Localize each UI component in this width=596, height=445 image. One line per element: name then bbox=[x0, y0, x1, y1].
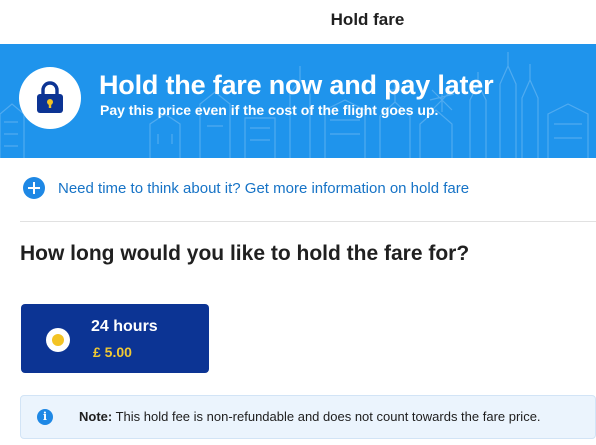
banner-title: Hold the fare now and pay later bbox=[99, 70, 494, 100]
info-icon: i bbox=[37, 409, 53, 425]
info-link-text[interactable]: Need time to think about it? Get more in… bbox=[58, 180, 469, 197]
note-body: This hold fee is non-refundable and does… bbox=[115, 409, 541, 424]
option-radio[interactable] bbox=[46, 328, 70, 352]
lock-badge bbox=[19, 67, 81, 129]
page-title: Hold fare bbox=[330, 10, 405, 29]
note-label: Note: bbox=[79, 409, 113, 424]
banner-subtitle: Pay this price even if the cost of the f… bbox=[100, 102, 439, 118]
note-text: Note: This hold fee is non-refundable an… bbox=[79, 409, 541, 424]
hold-fare-info-link[interactable]: Need time to think about it? Get more in… bbox=[23, 176, 469, 200]
section-divider bbox=[20, 221, 596, 222]
plus-circle-icon bbox=[23, 177, 45, 199]
option-price: £ 5.00 bbox=[93, 344, 132, 360]
hold-option-24-hours[interactable]: 24 hours £ 5.00 bbox=[21, 304, 209, 373]
city-skyline-illustration bbox=[0, 52, 589, 158]
note-box: i Note: This hold fee is non-refundable … bbox=[20, 395, 596, 439]
option-duration: 24 hours bbox=[91, 318, 158, 335]
hold-fare-banner: Hold the fare now and pay later Pay this… bbox=[0, 44, 596, 158]
hold-duration-question: How long would you like to hold the fare… bbox=[20, 242, 470, 265]
top-bar: Hold fare bbox=[0, 0, 596, 44]
radio-selected-dot bbox=[52, 334, 64, 346]
lock-icon bbox=[37, 81, 63, 113]
